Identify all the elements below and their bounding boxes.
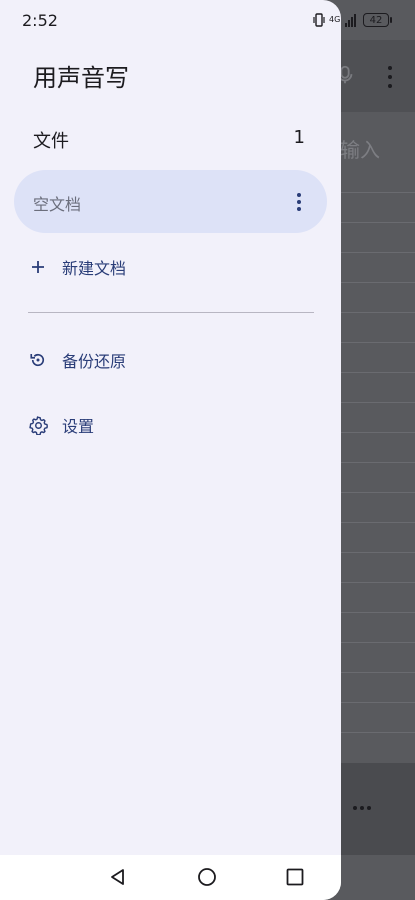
settings-button[interactable]: 设置 bbox=[28, 413, 94, 437]
status-time: 2:52 bbox=[22, 11, 58, 30]
backup-restore-button[interactable]: 备份还原 bbox=[28, 348, 126, 372]
new-document-button[interactable]: 新建文档 bbox=[28, 255, 126, 279]
signal-icon bbox=[345, 14, 356, 27]
home-circle-icon[interactable] bbox=[197, 867, 217, 887]
files-header: 文件 1 bbox=[33, 127, 305, 153]
status-bar: 2:52 4G 42 bbox=[0, 0, 415, 40]
files-count: 1 bbox=[293, 127, 305, 148]
backup-restore-label: 备份还原 bbox=[62, 352, 127, 371]
back-triangle-icon[interactable] bbox=[108, 867, 128, 887]
vibrate-icon bbox=[313, 13, 325, 27]
restore-icon bbox=[28, 350, 48, 370]
recent-square-icon[interactable] bbox=[285, 867, 305, 887]
divider bbox=[28, 312, 314, 313]
system-navigation-bar bbox=[0, 855, 341, 900]
gear-icon bbox=[28, 415, 48, 435]
background-more-horiz-icon bbox=[353, 806, 371, 810]
plus-icon bbox=[28, 257, 48, 277]
background-input-placeholder: 输入 bbox=[340, 138, 380, 162]
settings-label: 设置 bbox=[62, 417, 95, 436]
more-vert-icon[interactable] bbox=[294, 193, 304, 211]
document-item[interactable]: 空文档 bbox=[14, 170, 327, 233]
status-icons: 4G 42 bbox=[313, 11, 392, 29]
app-title: 用声音写 bbox=[33, 64, 129, 92]
background-more-vert-icon bbox=[380, 66, 400, 88]
battery-icon: 42 bbox=[363, 13, 392, 27]
files-label: 文件 bbox=[33, 131, 69, 152]
navigation-drawer: 用声音写 文件 1 空文档 新建文档 备份还原 设置 bbox=[0, 0, 341, 900]
network-type-label: 4G bbox=[329, 15, 341, 24]
document-item-label: 空文档 bbox=[33, 195, 82, 214]
new-document-label: 新建文档 bbox=[62, 259, 127, 278]
